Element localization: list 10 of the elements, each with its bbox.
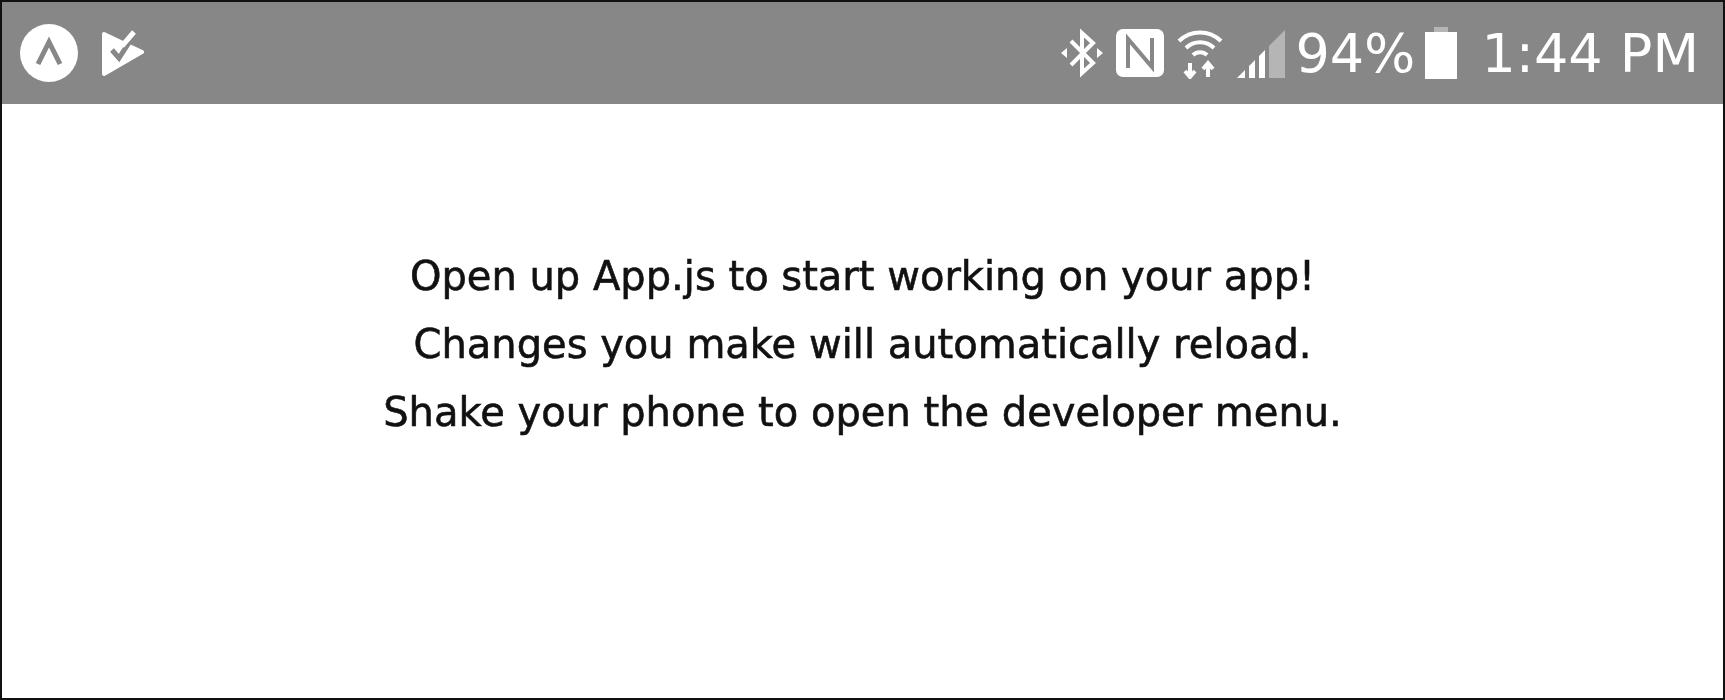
play-check-icon[interactable] — [100, 30, 144, 76]
app-logo-icon[interactable] — [20, 24, 78, 82]
clock-time: 1:44 PM — [1481, 21, 1699, 85]
nfc-icon — [1115, 28, 1166, 78]
message-line: Changes you make will automatically reload. — [413, 320, 1312, 369]
message-line: Open up App.js to start working on your app! — [409, 252, 1316, 301]
signal-icon — [1235, 28, 1286, 78]
battery-icon — [1425, 27, 1458, 79]
message-line: Shake your phone to open the developer menu. — [383, 388, 1342, 437]
battery-percent: 94% — [1295, 21, 1416, 85]
